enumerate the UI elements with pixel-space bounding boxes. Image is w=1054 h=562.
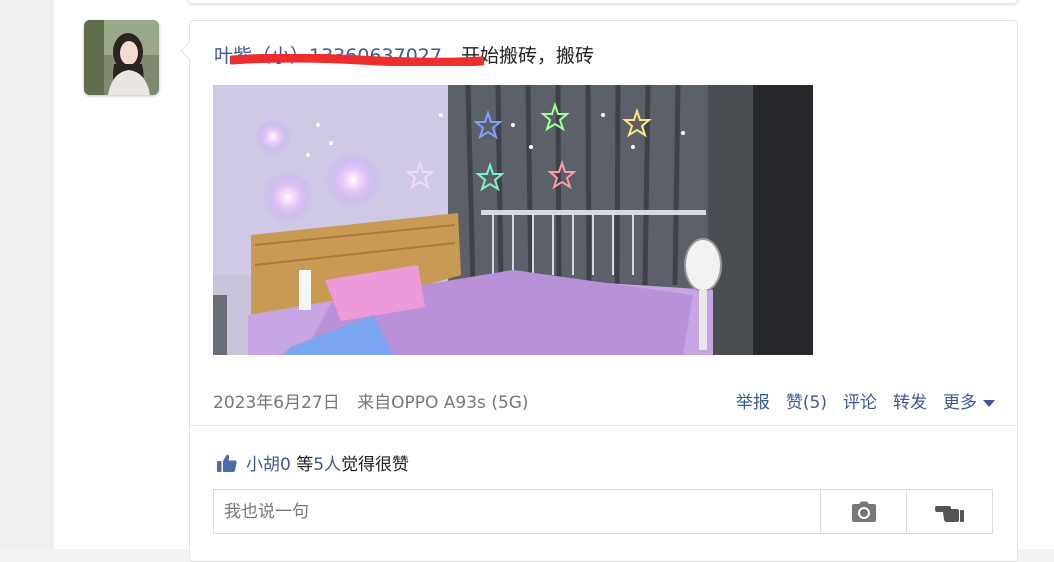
more-menu[interactable]: 更多 bbox=[943, 388, 995, 413]
post-meta: 2023年6月27日 来自OPPO A93s (5G) bbox=[213, 388, 541, 413]
like-link[interactable]: 赞(5) bbox=[786, 388, 827, 413]
more-label: 更多 bbox=[943, 393, 977, 413]
likes-deng: 等 bbox=[296, 455, 314, 475]
comment-box bbox=[213, 489, 993, 534]
avatar[interactable] bbox=[84, 20, 159, 95]
post-photo[interactable] bbox=[213, 85, 813, 355]
chevron-down-icon bbox=[983, 399, 995, 407]
post-card: 叶紫（小）13360637027，开始搬砖，搬砖 2023年6月27日 来自OP… bbox=[180, 20, 1018, 562]
camera-button[interactable] bbox=[820, 490, 906, 533]
pointing-hand-button[interactable] bbox=[906, 490, 992, 533]
comment-input[interactable] bbox=[214, 490, 820, 533]
post-source: 来自OPPO A93s (5G) bbox=[357, 393, 529, 413]
likes-summary: 小胡0 等5人觉得很赞 bbox=[216, 450, 409, 475]
divider bbox=[190, 425, 1017, 426]
pointing-hand-icon bbox=[934, 505, 964, 522]
likes-suffix: 觉得很赞 bbox=[341, 455, 410, 475]
post-date: 2023年6月27日 bbox=[213, 393, 340, 413]
liker-link[interactable]: 小胡0 bbox=[246, 455, 291, 475]
post-actions: 举报 赞(5) 评论 转发 更多 bbox=[736, 388, 995, 413]
left-gutter bbox=[0, 0, 54, 549]
previous-post-card-edge bbox=[188, 0, 1018, 4]
likes-count-link[interactable]: 5人 bbox=[313, 455, 341, 475]
redaction-mark bbox=[230, 54, 484, 66]
comment-link[interactable]: 评论 bbox=[843, 388, 877, 413]
camera-icon bbox=[851, 501, 876, 522]
report-link[interactable]: 举报 bbox=[736, 388, 770, 413]
forward-link[interactable]: 转发 bbox=[893, 388, 927, 413]
thumbs-up-icon bbox=[217, 454, 237, 472]
